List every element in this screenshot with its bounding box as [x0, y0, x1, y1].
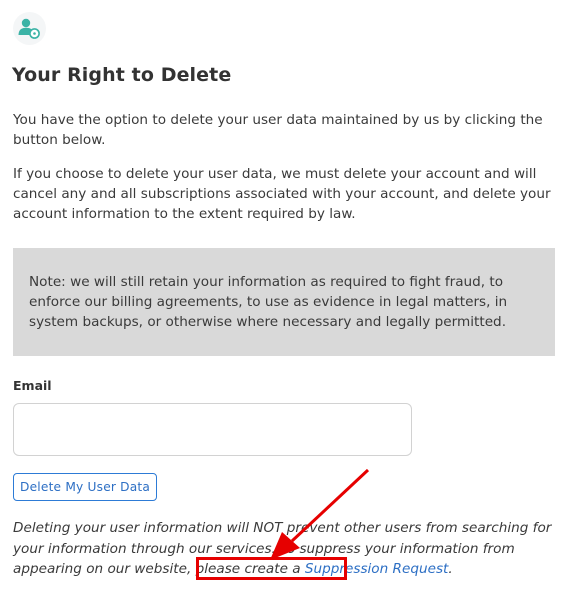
- page-title: Your Right to Delete: [12, 64, 232, 86]
- footnote-end: .: [448, 561, 453, 577]
- suppression-footnote: Deleting your user information will NOT …: [13, 518, 563, 580]
- email-field[interactable]: [13, 403, 412, 456]
- footnote-text: Deleting your user information will NOT …: [13, 520, 552, 577]
- user-settings-icon: [13, 12, 46, 45]
- email-label: Email: [13, 378, 52, 393]
- delete-consequences-paragraph: If you choose to delete your user data, …: [13, 166, 551, 222]
- retention-note: Note: we will still retain your informat…: [13, 248, 555, 356]
- retention-note-text: Note: we will still retain your informat…: [29, 274, 508, 330]
- delete-option-paragraph: You have the option to delete your user …: [13, 112, 543, 148]
- delete-user-data-button[interactable]: Delete My User Data: [13, 473, 158, 501]
- suppression-request-link[interactable]: Suppression Request: [305, 561, 448, 577]
